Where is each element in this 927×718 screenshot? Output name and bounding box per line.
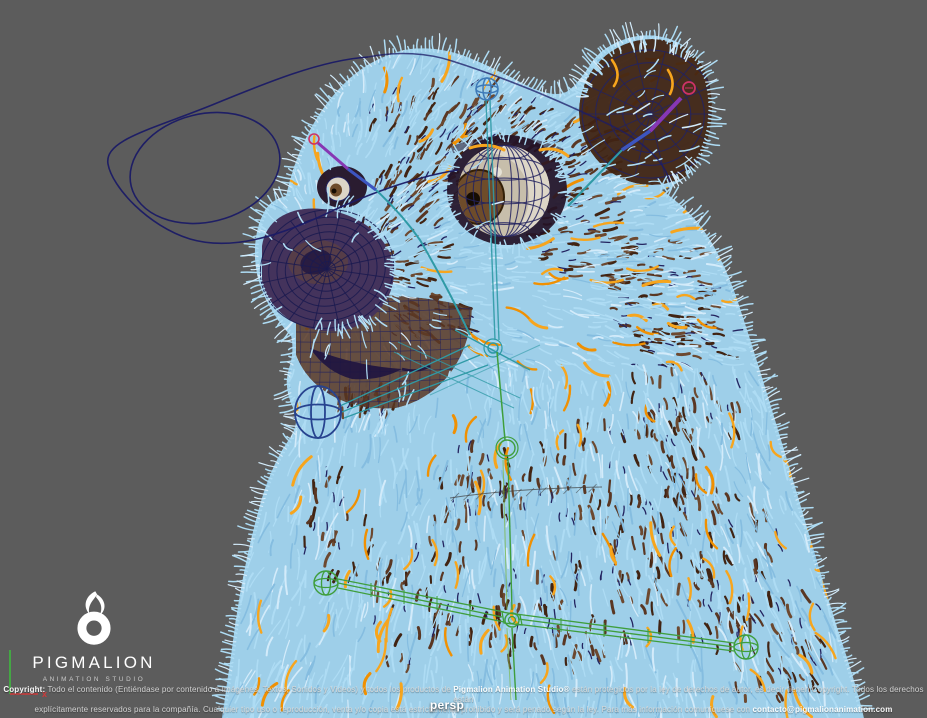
camera-name-label: persp: [430, 698, 464, 712]
logo-subtitle: ANIMATION STUDIO: [28, 676, 160, 683]
logo-flame-icon: [67, 590, 121, 646]
studio-logo: PIGMALION ANIMATION STUDIO: [28, 590, 160, 683]
bear-character: [108, 13, 909, 718]
viewport[interactable]: x PIGMALION ANIMATION STUDIO persp Copyr…: [0, 0, 927, 718]
logo-title: PIGMALION: [28, 653, 160, 673]
